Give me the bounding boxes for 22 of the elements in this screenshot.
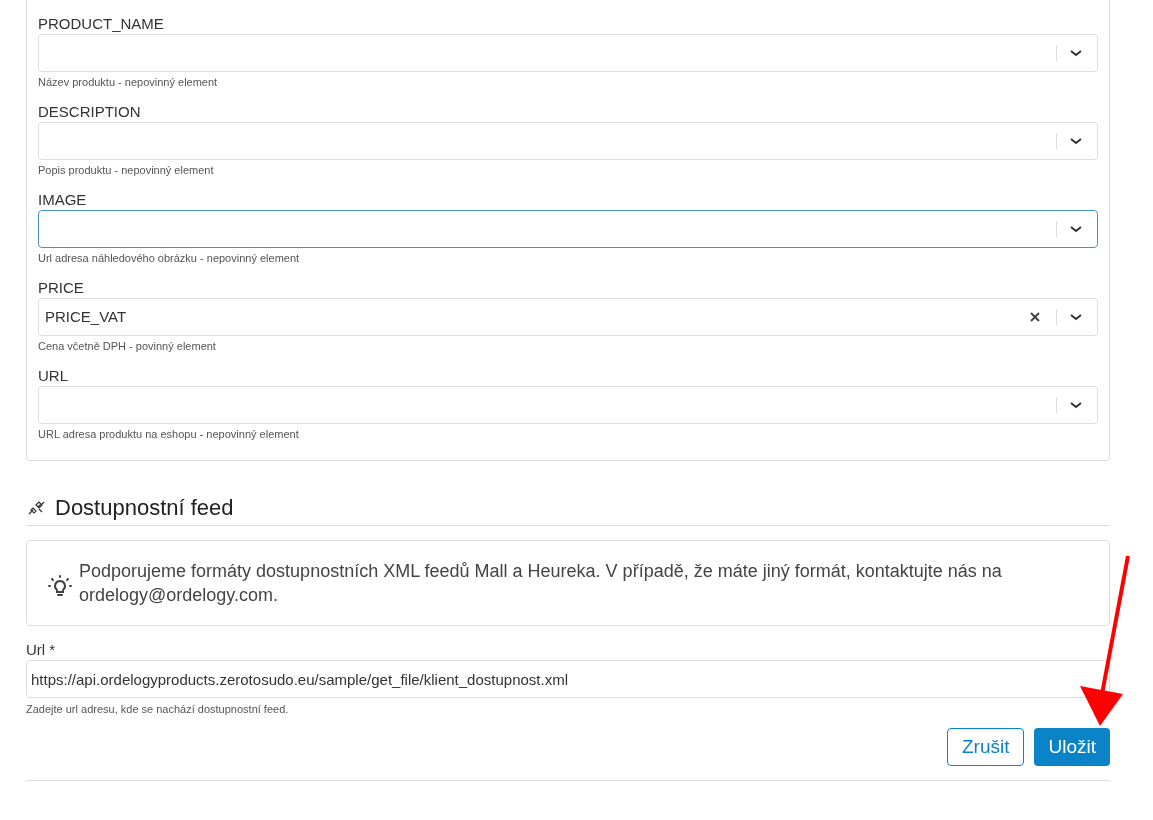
- field-label: URL: [38, 366, 69, 386]
- cancel-button[interactable]: Zrušit: [947, 728, 1025, 766]
- field-label: DESCRIPTION: [38, 102, 142, 122]
- url-input[interactable]: https://api.ordelogyproducts.zerotosudo.eu/sample/get_file/klient_dostupnost.xml: [26, 660, 1110, 698]
- select-field[interactable]: PRICE_VAT: [38, 298, 1098, 336]
- clear-icon[interactable]: [1030, 312, 1040, 322]
- info-text: Podporujeme formáty dostupnostních XML feedů Mall a Heureka. V případě, že máte jiný formát, kontaktujte nás na ordelogy@ordelogy.com.: [79, 560, 1003, 607]
- field-hint: Název produktu - nepovinný element: [38, 75, 219, 90]
- field-hint: Url adresa náhledového obrázku - nepovinný element: [38, 251, 301, 266]
- field-hint: Cena včetně DPH - povinný element: [38, 339, 217, 354]
- field-hint: Popis produktu - nepovinný element: [38, 163, 215, 178]
- field-label: PRICE: [38, 278, 85, 298]
- field-label: PRODUCT_NAME: [38, 14, 165, 34]
- select-value: PRICE_VAT: [45, 308, 127, 325]
- field-hint: Zadejte url adresu, kde se nachází dostupnostní feed.: [26, 702, 290, 717]
- select-field[interactable]: [38, 210, 1098, 248]
- field-hint: URL adresa produktu na eshopu - nepovinný element: [38, 427, 300, 442]
- section-title: Dostupnostní feed: [55, 494, 234, 522]
- plug-icon: [27, 500, 47, 516]
- save-button[interactable]: Uložit: [1034, 728, 1110, 766]
- field-label: Url *: [26, 640, 57, 660]
- field-label: IMAGE: [38, 190, 88, 210]
